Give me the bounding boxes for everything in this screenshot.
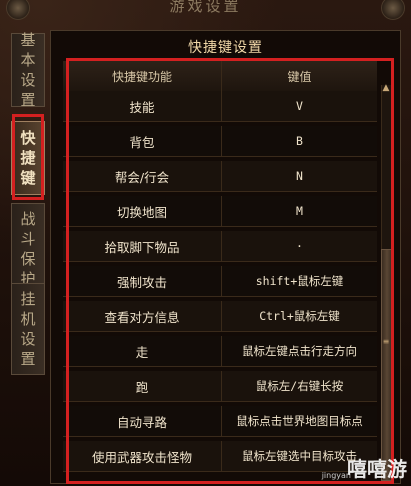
- hotkey-value[interactable]: shift+鼠标左键: [222, 266, 377, 297]
- hotkey-value[interactable]: 鼠标点击世界地图目标点: [222, 406, 377, 437]
- scrollbar-thumb[interactable]: [381, 249, 393, 481]
- table-row[interactable]: 切换地图 M: [63, 196, 377, 227]
- tab-hotkeys[interactable]: 快捷键: [11, 121, 45, 195]
- hotkey-function: 技能: [63, 91, 222, 122]
- hotkey-function: 切换地图: [63, 196, 222, 227]
- table-row[interactable]: 拾取脚下物品 ·: [63, 231, 377, 262]
- hotkey-function: 强制攻击: [63, 266, 222, 297]
- tab-char: 捷: [20, 149, 36, 167]
- tab-char: 键: [20, 169, 36, 187]
- header-key: 键值: [222, 61, 377, 92]
- scroll-grip-icon: ≡: [382, 337, 390, 346]
- window-title: 游戏设置: [169, 0, 242, 15]
- table-row[interactable]: 帮会/行会 N: [63, 161, 377, 192]
- table-row[interactable]: 走鼠标左键点击行走方向: [63, 336, 377, 367]
- header-function: 快捷键功能: [63, 61, 222, 92]
- tab-char: 战: [20, 210, 36, 228]
- hotkey-value[interactable]: V: [222, 91, 377, 122]
- table-header: 快捷键功能 键值: [63, 61, 377, 92]
- hotkey-value[interactable]: B: [222, 126, 377, 157]
- hotkey-value[interactable]: Ctrl+鼠标左键: [222, 301, 377, 332]
- hotkey-value[interactable]: M: [222, 196, 377, 227]
- tab-char: 保: [20, 250, 36, 268]
- tab-auto-settings[interactable]: 挂机设置: [11, 283, 45, 375]
- tab-char: 机: [20, 310, 36, 328]
- hotkey-value[interactable]: 鼠标左键点击行走方向: [222, 336, 377, 367]
- tab-char: 斗: [20, 230, 36, 248]
- tab-char: 挂: [20, 290, 36, 308]
- hotkey-function: 跑: [63, 371, 222, 402]
- tab-basic-settings[interactable]: 基本设置: [11, 31, 45, 109]
- game-settings-window: 游戏设置 基本设置 快捷键 战斗保护 挂机设置 快捷键设置 快捷键功能 键值 技…: [0, 0, 411, 486]
- panel-title: 快捷键设置: [188, 40, 263, 56]
- hotkey-value[interactable]: ·: [222, 231, 377, 262]
- hotkey-function: 拾取脚下物品: [63, 231, 222, 262]
- table-row[interactable]: 背包 B: [63, 126, 377, 157]
- tab-char: 快: [20, 129, 36, 147]
- hotkey-function: 查看对方信息: [63, 301, 222, 332]
- scroll-up-icon[interactable]: ▲: [381, 83, 391, 93]
- hotkey-panel: 快捷键设置 快捷键功能 键值 技能 V 背包 B 帮会/行会 N 切换地图 M 拾取脚下物品 · 强…: [50, 30, 401, 484]
- tab-char: 基: [20, 31, 36, 49]
- table-row[interactable]: 使用武器攻击怪物 鼠标左键选中目标攻击: [63, 441, 377, 472]
- table-row[interactable]: 查看对方信息 Ctrl+鼠标左键: [63, 301, 377, 332]
- hotkey-function: 走: [63, 336, 222, 367]
- hotkey-function: 背包: [63, 126, 222, 157]
- hotkey-value[interactable]: 鼠标左/右键长按: [222, 371, 377, 402]
- tab-char: 置: [20, 91, 36, 109]
- tab-char: 置: [20, 350, 36, 368]
- table-row[interactable]: 自动寻路 鼠标点击世界地图目标点: [63, 406, 377, 437]
- tab-combat-protection[interactable]: 战斗保护: [11, 203, 45, 295]
- hotkey-value[interactable]: N: [222, 161, 377, 192]
- table-row[interactable]: 强制攻击 shift+鼠标左键: [63, 266, 377, 297]
- hotkey-function: 使用武器攻击怪物: [63, 441, 222, 472]
- hotkey-function: 自动寻路: [63, 406, 222, 437]
- tab-char: 本: [20, 51, 36, 69]
- table-row[interactable]: 跑鼠标左/右键长按: [63, 371, 377, 402]
- tab-char: 设: [20, 330, 36, 348]
- watermark: 嘻嘻游: [347, 457, 407, 481]
- hotkey-function: 帮会/行会: [63, 161, 222, 192]
- table-row[interactable]: 技能 V: [63, 91, 377, 122]
- tab-char: 设: [20, 71, 36, 89]
